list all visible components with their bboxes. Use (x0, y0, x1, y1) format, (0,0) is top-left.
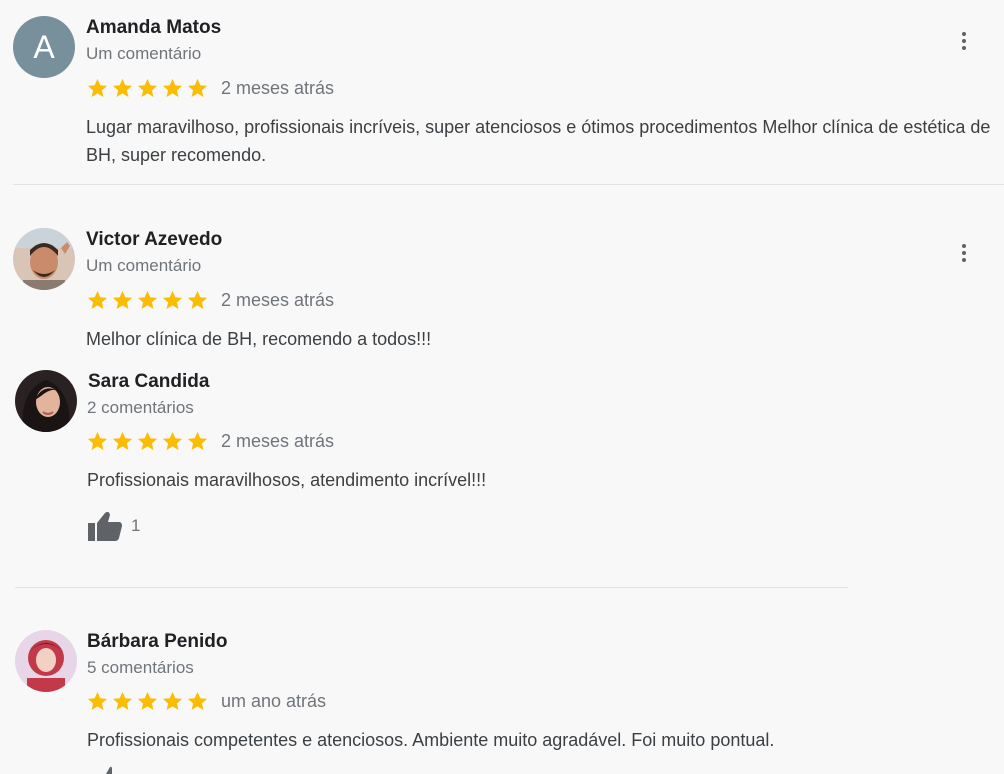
star-icon (112, 691, 133, 711)
review-text: Profissionais competentes e atenciosos. … (87, 730, 775, 750)
star-icon (137, 691, 158, 711)
review-time: um ano atrás (221, 691, 327, 711)
thumbs-up-icon[interactable] (98, 766, 118, 774)
more-options-button[interactable] (952, 29, 976, 53)
more-options-button[interactable] (952, 241, 976, 265)
star-rating (86, 690, 209, 713)
star-icon (187, 290, 208, 310)
rating-row: 2 meses atrás (86, 77, 334, 100)
like-button[interactable]: 1 (87, 510, 140, 542)
star-icon (87, 290, 108, 310)
avatar[interactable] (15, 370, 77, 432)
avatar[interactable] (15, 630, 77, 692)
review-text: Profissionais maravilhosos, atendimento … (87, 470, 487, 490)
like-count: 1 (131, 516, 141, 535)
reviewer-comment-count: Um comentário (86, 256, 202, 275)
rating-row: um ano atrás (86, 690, 326, 713)
review-text: Lugar maravilhoso, profissionais incríve… (86, 117, 991, 165)
star-icon (87, 78, 108, 98)
star-icon (162, 290, 183, 310)
rating-row: 2 meses atrás (86, 289, 334, 312)
star-rating (86, 430, 209, 453)
star-icon (112, 431, 133, 451)
reviewer-name[interactable]: Bárbara Penido (87, 631, 227, 653)
divider (13, 184, 1004, 185)
avatar-photo (15, 370, 77, 432)
thumbs-up-icon (88, 511, 122, 541)
reviewer-name[interactable]: Victor Azevedo (86, 229, 222, 251)
star-icon (112, 78, 133, 98)
star-icon (137, 78, 158, 98)
star-icon (87, 691, 108, 711)
reviewer-comment-count: 5 comentários (87, 658, 194, 677)
reviewer-name[interactable]: Amanda Matos (86, 17, 221, 39)
star-icon (137, 431, 158, 451)
review-time: 2 meses atrás (221, 290, 335, 310)
star-icon (162, 691, 183, 711)
avatar[interactable]: A (13, 16, 75, 78)
star-icon (137, 290, 158, 310)
star-rating (86, 289, 209, 312)
star-icon (187, 691, 208, 711)
review-text: Melhor clínica de BH, recomendo a todos!… (86, 329, 432, 349)
star-icon (162, 431, 183, 451)
reviewer-name[interactable]: Sara Candida (88, 371, 209, 393)
avatar[interactable] (13, 228, 75, 290)
star-icon (87, 431, 108, 451)
star-rating (86, 77, 209, 100)
review-time: 2 meses atrás (221, 78, 335, 98)
review-time: 2 meses atrás (221, 431, 335, 451)
avatar-letter: A (33, 28, 55, 65)
rating-row: 2 meses atrás (86, 430, 334, 453)
reviewer-comment-count: 2 comentários (87, 398, 194, 417)
reviewer-comment-count: Um comentário (86, 44, 202, 63)
star-icon (187, 78, 208, 98)
avatar-photo (15, 630, 77, 692)
divider (15, 587, 848, 588)
star-icon (112, 290, 133, 310)
star-icon (187, 431, 208, 451)
star-icon (162, 78, 183, 98)
avatar-photo (13, 228, 75, 290)
